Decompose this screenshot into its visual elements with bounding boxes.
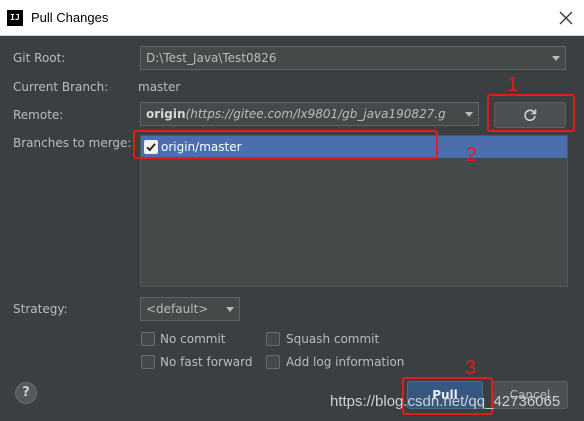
no-commit-label: No commit xyxy=(160,332,226,346)
annotation-number-2: 2 xyxy=(466,144,478,166)
remote-label: Remote: xyxy=(13,108,64,122)
remote-name: origin xyxy=(146,107,186,121)
strategy-label: Strategy: xyxy=(13,302,68,316)
current-branch-label: Current Branch: xyxy=(13,80,109,94)
window-title: Pull Changes xyxy=(31,10,109,25)
annotation-box-1 xyxy=(487,94,575,132)
no-fast-forward-label: No fast forward xyxy=(160,355,253,369)
annotation-number-1: 1 xyxy=(507,74,519,96)
chevron-down-icon xyxy=(226,307,234,312)
no-commit-checkbox[interactable] xyxy=(141,332,155,346)
intellij-icon: IJ xyxy=(7,10,23,26)
add-log-label: Add log information xyxy=(286,355,405,369)
branches-to-merge-label: Branches to merge: xyxy=(13,136,132,150)
remote-select[interactable]: origin(https://gitee.com/lx9801/gb_java1… xyxy=(140,102,479,126)
git-root-select[interactable]: D:\Test_Java\Test0826 xyxy=(140,46,566,70)
chevron-down-icon xyxy=(552,56,560,61)
add-log-checkbox[interactable] xyxy=(266,355,280,369)
watermark: https://blog.csdn.net/qq_42736065 xyxy=(330,393,561,410)
strategy-select[interactable]: <default> xyxy=(140,297,240,321)
squash-commit-label: Squash commit xyxy=(286,332,380,346)
git-root-value: D:\Test_Java\Test0826 xyxy=(146,51,277,65)
git-root-label: Git Root: xyxy=(13,51,66,65)
remote-value: origin(https://gitee.com/lx9801/gb_java1… xyxy=(146,107,446,121)
help-icon[interactable]: ? xyxy=(15,382,37,404)
annotation-number-3: 3 xyxy=(465,357,477,379)
chevron-down-icon xyxy=(465,112,473,117)
title-bar: IJ Pull Changes xyxy=(0,0,584,36)
strategy-value: <default> xyxy=(146,302,209,316)
annotation-box-2 xyxy=(133,130,438,159)
remote-url: (https://gitee.com/lx9801/gb_java190827.… xyxy=(185,107,446,121)
no-fast-forward-checkbox[interactable] xyxy=(141,355,155,369)
close-icon[interactable] xyxy=(556,8,576,28)
squash-commit-checkbox[interactable] xyxy=(266,332,280,346)
current-branch-value: master xyxy=(138,80,181,94)
